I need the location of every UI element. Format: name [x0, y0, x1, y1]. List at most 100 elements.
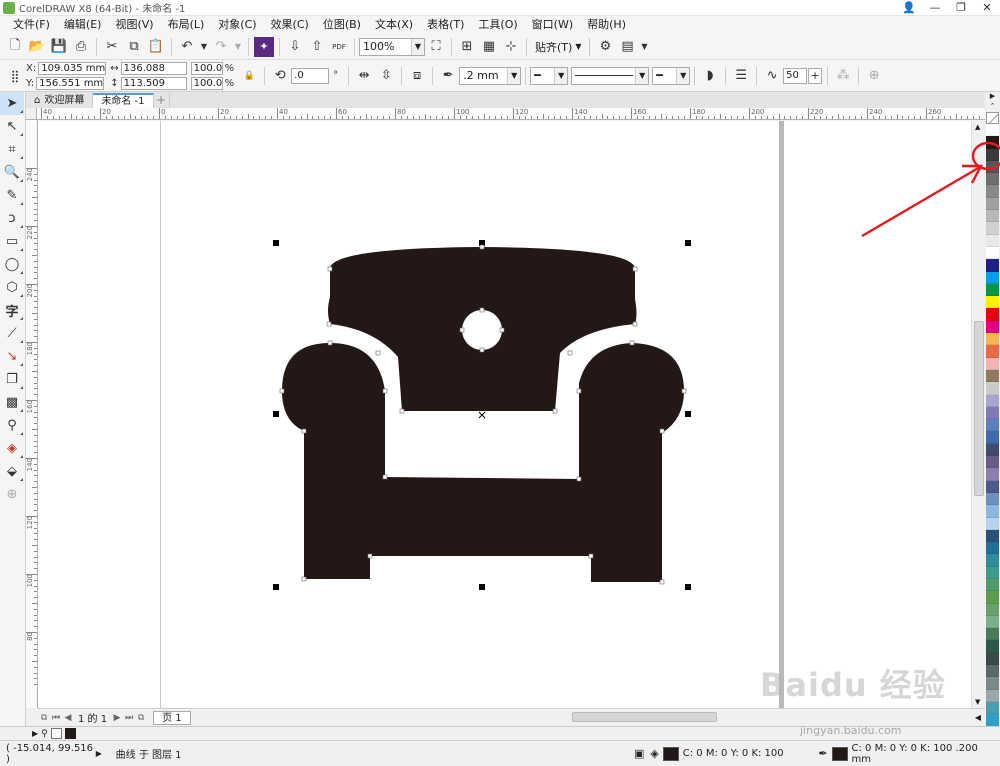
publish-pdf-icon[interactable]: PDF [329, 37, 349, 57]
doc-swatch-black[interactable] [64, 728, 76, 739]
palette-swatch-20[interactable] [986, 369, 999, 383]
ruler-origin[interactable] [26, 108, 37, 120]
palette-swatch-21[interactable] [986, 382, 999, 395]
ellipse-tool-icon[interactable]: ◯ [0, 253, 24, 276]
transparency-tool-icon[interactable]: ▩ [0, 391, 24, 414]
rectangle-tool-icon[interactable]: ▭ [0, 230, 24, 253]
convert-to-curves-icon[interactable]: ⧈ [407, 66, 427, 86]
scale-x-input[interactable]: 100.0 [190, 61, 223, 75]
show-guidelines-icon[interactable]: ⊹ [501, 37, 521, 57]
restore-button[interactable]: ❐ [948, 0, 974, 16]
palette-swatch-8[interactable] [986, 222, 999, 235]
minimize-button[interactable]: — [922, 0, 948, 16]
cut-icon[interactable]: ✂ [102, 37, 122, 57]
close-button[interactable]: ✕ [974, 0, 1000, 16]
snap-to-dropdown[interactable]: 贴齐(T) ▼ [531, 39, 585, 55]
palette-swatch-27[interactable] [986, 456, 999, 469]
text-tool-icon[interactable]: 字 [0, 299, 24, 322]
color-eyedropper-tool-icon[interactable]: ⚲ [0, 414, 24, 437]
redo-dropdown-icon[interactable]: ▼ [233, 37, 243, 57]
palette-swatch-10[interactable] [986, 246, 999, 260]
save-icon[interactable]: 💾 [49, 37, 69, 57]
menu-effects[interactable]: 效果(C) [264, 16, 316, 34]
add-page-icon[interactable]: ⧉ [135, 713, 147, 723]
palette-swatch-38[interactable] [986, 591, 999, 604]
palette-swatch-18[interactable] [986, 345, 999, 358]
palette-swatch-42[interactable] [986, 640, 999, 653]
next-page-icon[interactable]: ▶ [111, 713, 123, 723]
eyedropper-icon[interactable]: ⚲ [41, 729, 48, 739]
new-document-icon[interactable]: 🗋 [5, 37, 25, 57]
end-arrowhead-select[interactable]: ━ ▼ [652, 66, 691, 85]
launcher-dropdown-icon[interactable]: ▼ [639, 37, 649, 57]
palette-swatch-28[interactable] [986, 468, 999, 481]
fill-color-swatch[interactable] [662, 746, 679, 761]
smart-fill-tool-icon[interactable]: ⬙ [0, 460, 24, 483]
full-screen-icon[interactable]: ⛶ [426, 37, 446, 57]
lock-ratio-icon[interactable]: 🔒 [239, 66, 259, 86]
show-grid-icon[interactable]: ▦ [479, 37, 499, 57]
palette-swatch-22[interactable] [986, 394, 999, 407]
palette-swatch-7[interactable] [986, 210, 999, 223]
horizontal-scroll-thumb[interactable] [572, 712, 717, 722]
menu-file[interactable]: 文件(F) [6, 16, 57, 34]
palette-scroll-up-icon[interactable]: ▶ [985, 92, 1000, 102]
palette-swatch-25[interactable] [986, 431, 999, 444]
palette-swatch-35[interactable] [986, 554, 999, 567]
drawing-canvas[interactable] [38, 121, 971, 708]
palette-swatch-33[interactable] [986, 529, 999, 543]
palette-swatch-16[interactable] [986, 320, 999, 334]
export-icon[interactable]: ⇧ [307, 37, 327, 57]
open-folder-icon[interactable]: 📂 [27, 37, 47, 57]
drop-shadow-tool-icon[interactable]: ❐ [0, 368, 24, 391]
vertical-scrollbar[interactable]: ▲ ▼ [971, 121, 985, 708]
mirror-horizontal-icon[interactable]: ⇹ [354, 66, 374, 86]
scale-y-input[interactable]: 100.0 [190, 76, 223, 90]
polygon-tool-icon[interactable]: ⬡ [0, 276, 24, 299]
palette-flyout-icon[interactable]: ⌃ [985, 102, 1000, 112]
palette-swatch-32[interactable] [986, 517, 999, 530]
palette-swatch-26[interactable] [986, 443, 999, 457]
palette-swatch-41[interactable] [986, 628, 999, 641]
menu-text[interactable]: 文本(X) [368, 16, 420, 34]
zoom-level-select[interactable]: 100% ▼ [359, 37, 425, 56]
palette-swatch-30[interactable] [986, 492, 999, 506]
menu-bitmaps[interactable]: 位图(B) [316, 16, 368, 34]
scroll-down-icon[interactable]: ▼ [975, 698, 980, 706]
add-tool-icon[interactable]: ⊕ [0, 483, 24, 506]
reduce-nodes-icon[interactable]: ⁂ [833, 66, 853, 86]
width-input[interactable]: 136.088 mm [120, 61, 187, 86]
palette-swatch-0[interactable] [986, 124, 999, 137]
menu-help[interactable]: 帮助(H) [580, 16, 633, 34]
palette-swatch-40[interactable] [986, 615, 999, 629]
palette-swatch-6[interactable] [986, 197, 999, 211]
zoom-tool-icon[interactable]: 🔍 [0, 161, 24, 184]
print-icon[interactable]: ⎙ [71, 37, 91, 57]
palette-swatch-23[interactable] [986, 406, 999, 420]
pick-tool-icon[interactable]: ➤ [0, 92, 24, 115]
page-tab-1[interactable]: 页 1 [153, 710, 191, 725]
add-property-icon[interactable]: ⊕ [864, 66, 884, 86]
connector-tool-icon[interactable]: ↘ [0, 345, 24, 368]
crop-tool-icon[interactable]: ⌗ [0, 138, 24, 161]
status-arrow-icon[interactable]: ▶ [96, 749, 116, 758]
smoothing-plus-icon[interactable]: + [808, 67, 823, 84]
prev-page-icon[interactable]: ◀ [62, 713, 74, 723]
interactive-fill-tool-icon[interactable]: ◈ [0, 437, 24, 460]
object-origin-icon[interactable]: ⣿ [5, 66, 25, 86]
palette-swatch-14[interactable] [986, 296, 999, 309]
vertical-ruler[interactable]: 240 220 200 180 160 140 120 100 80 [26, 120, 38, 708]
freehand-tool-icon[interactable]: ✎ [0, 184, 24, 207]
palette-swatch-9[interactable] [986, 234, 999, 247]
menu-tools[interactable]: 工具(O) [471, 16, 524, 34]
palette-swatch-17[interactable] [986, 333, 999, 346]
close-curve-icon[interactable]: ◗ [700, 66, 720, 86]
play-icon[interactable]: ▶ [32, 729, 38, 738]
y-position-input[interactable]: 156.551 mm [36, 76, 105, 90]
last-page-icon[interactable]: ⏭ [123, 713, 135, 723]
options-gear-icon[interactable]: ⚙ [595, 37, 615, 57]
vertical-scroll-thumb[interactable] [974, 321, 984, 496]
palette-swatch-24[interactable] [986, 419, 999, 432]
menu-window[interactable]: 窗口(W) [525, 16, 580, 34]
start-arrowhead-select[interactable]: ━ ▼ [530, 66, 569, 85]
